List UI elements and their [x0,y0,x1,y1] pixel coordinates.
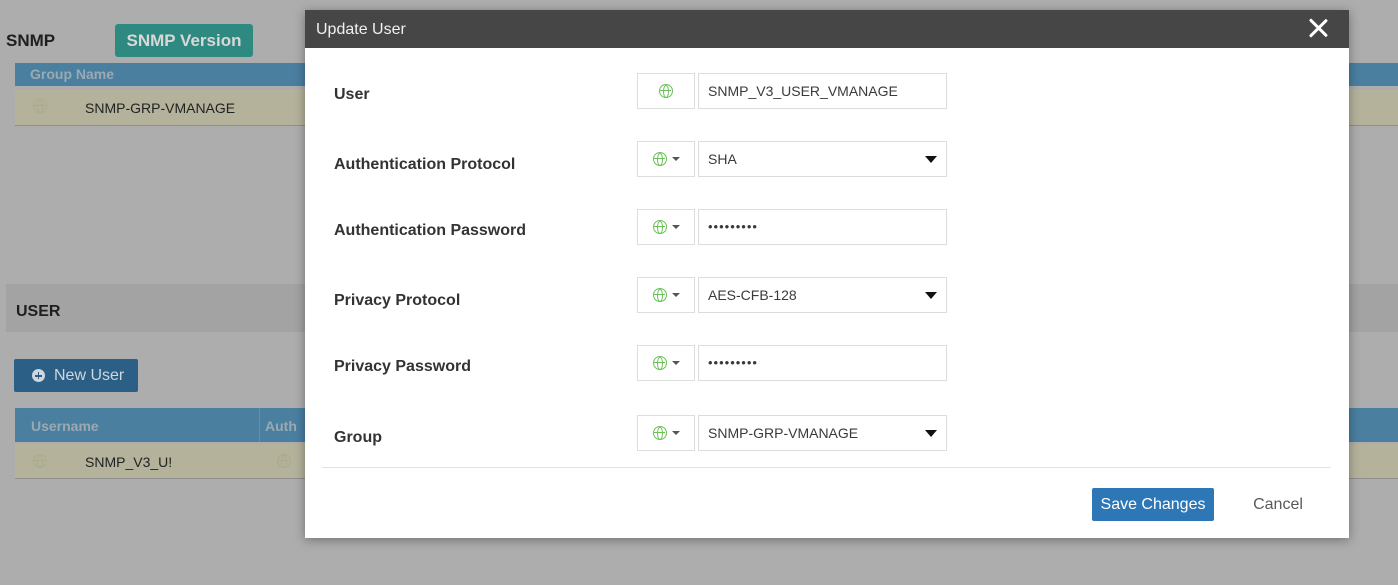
auth-password-input[interactable]: ••••••••• [698,209,947,245]
dialog-header: Update User [305,10,1349,48]
username-column-header: Username [31,418,99,434]
auth-column-header: Auth [265,418,297,434]
group-name-column-header: Group Name [30,66,115,82]
privacy-password-scope-button[interactable] [637,345,695,381]
user-row: User SNMP_V3_USER_VMANAGE [305,73,1349,113]
chevron-down-icon [671,431,680,435]
plus-circle-icon [32,369,45,382]
auth-protocol-scope-button[interactable] [637,141,695,177]
caret-down-icon [925,430,937,437]
group-value: SNMP-GRP-VMANAGE [708,425,859,441]
privacy-protocol-value: AES-CFB-128 [708,287,797,303]
privacy-password-value: ••••••••• [708,355,758,370]
globe-icon [33,454,47,468]
group-scope-button[interactable] [637,415,695,451]
caret-down-icon [925,156,937,163]
group-name-cell: SNMP-GRP-VMANAGE [85,100,236,116]
privacy-password-input[interactable]: ••••••••• [698,345,947,381]
globe-icon [652,220,667,234]
close-icon[interactable] [1305,15,1331,41]
privacy-protocol-scope-button[interactable] [637,277,695,313]
globe-icon [652,288,667,302]
chevron-down-icon [671,361,680,365]
caret-down-icon [925,292,937,299]
globe-icon [277,454,291,468]
privacy-password-row: Privacy Password ••••••••• [305,345,1349,385]
new-user-button[interactable]: New User [14,359,138,392]
auth-protocol-value: SHA [708,151,737,167]
auth-password-label: Authentication Password [334,222,527,239]
update-user-dialog: Update User User SNMP_V3_USER_VMANAGE Au… [305,10,1349,538]
group-label: Group [334,429,382,446]
privacy-protocol-label: Privacy Protocol [334,292,461,309]
auth-password-value: ••••••••• [708,219,758,234]
privacy-protocol-select[interactable]: AES-CFB-128 [698,277,947,313]
globe-icon [652,356,667,370]
privacy-password-label: Privacy Password [334,358,471,375]
globe-icon [33,99,47,113]
auth-password-scope-button[interactable] [637,209,695,245]
save-changes-button[interactable]: Save Changes [1092,488,1214,521]
privacy-protocol-row: Privacy Protocol AES-CFB-128 [305,277,1349,317]
snmp-version-button[interactable]: SNMP Version [115,24,253,57]
chevron-down-icon [671,293,680,297]
snmp-section-title: SNMP [6,31,56,50]
new-user-label: New User [54,366,125,384]
auth-protocol-row: Authentication Protocol SHA [305,141,1349,181]
user-input[interactable]: SNMP_V3_USER_VMANAGE [698,73,947,109]
username-cell: SNMP_V3_U! [85,454,173,470]
chevron-down-icon [671,157,680,161]
footer-divider [322,467,1331,468]
cancel-button[interactable]: Cancel [1243,488,1313,521]
globe-icon [652,426,667,440]
user-value: SNMP_V3_USER_VMANAGE [708,83,898,99]
user-section-title: USER [16,303,61,320]
globe-icon [659,84,673,98]
auth-protocol-label: Authentication Protocol [334,156,516,173]
auth-password-row: Authentication Password ••••••••• [305,209,1349,249]
column-divider [259,408,260,442]
chevron-down-icon [671,225,680,229]
group-select[interactable]: SNMP-GRP-VMANAGE [698,415,947,451]
user-label: User [334,86,370,103]
group-row: Group SNMP-GRP-VMANAGE [305,415,1349,455]
user-scope-button[interactable] [637,73,695,109]
dialog-title: Update User [316,21,406,38]
auth-protocol-select[interactable]: SHA [698,141,947,177]
globe-icon [652,152,667,166]
